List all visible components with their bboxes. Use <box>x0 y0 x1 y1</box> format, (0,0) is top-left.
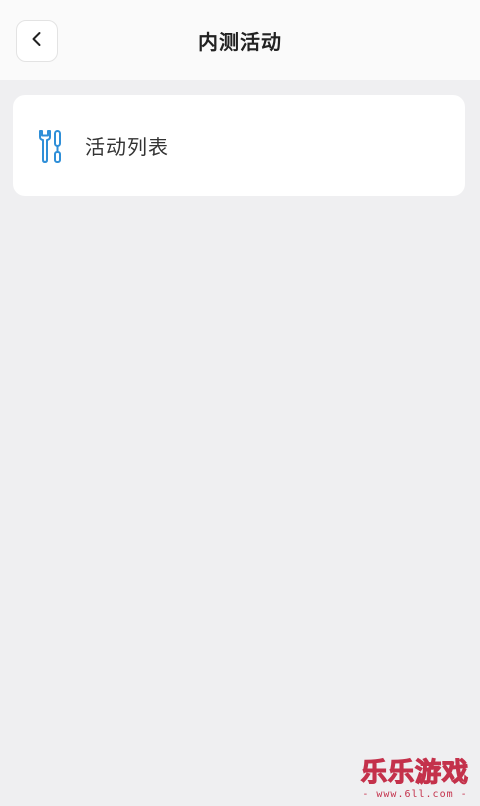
menu-item-activity-list[interactable]: 活动列表 <box>13 95 465 196</box>
page-title: 内测活动 <box>198 30 282 54</box>
watermark-title: 乐乐游戏 <box>360 757 469 788</box>
watermark: 乐乐游戏 - www.6ll.com - <box>360 757 470 800</box>
tools-icon <box>37 128 63 164</box>
watermark-subtitle: - www.6ll.com - <box>362 789 468 800</box>
page: 内测活动 活动列表 乐乐游戏 - www.6ll.com - <box>0 0 480 806</box>
header-bar: 内测活动 <box>0 0 480 80</box>
menu-card: 活动列表 <box>13 95 465 196</box>
menu-item-label: 活动列表 <box>85 135 169 159</box>
